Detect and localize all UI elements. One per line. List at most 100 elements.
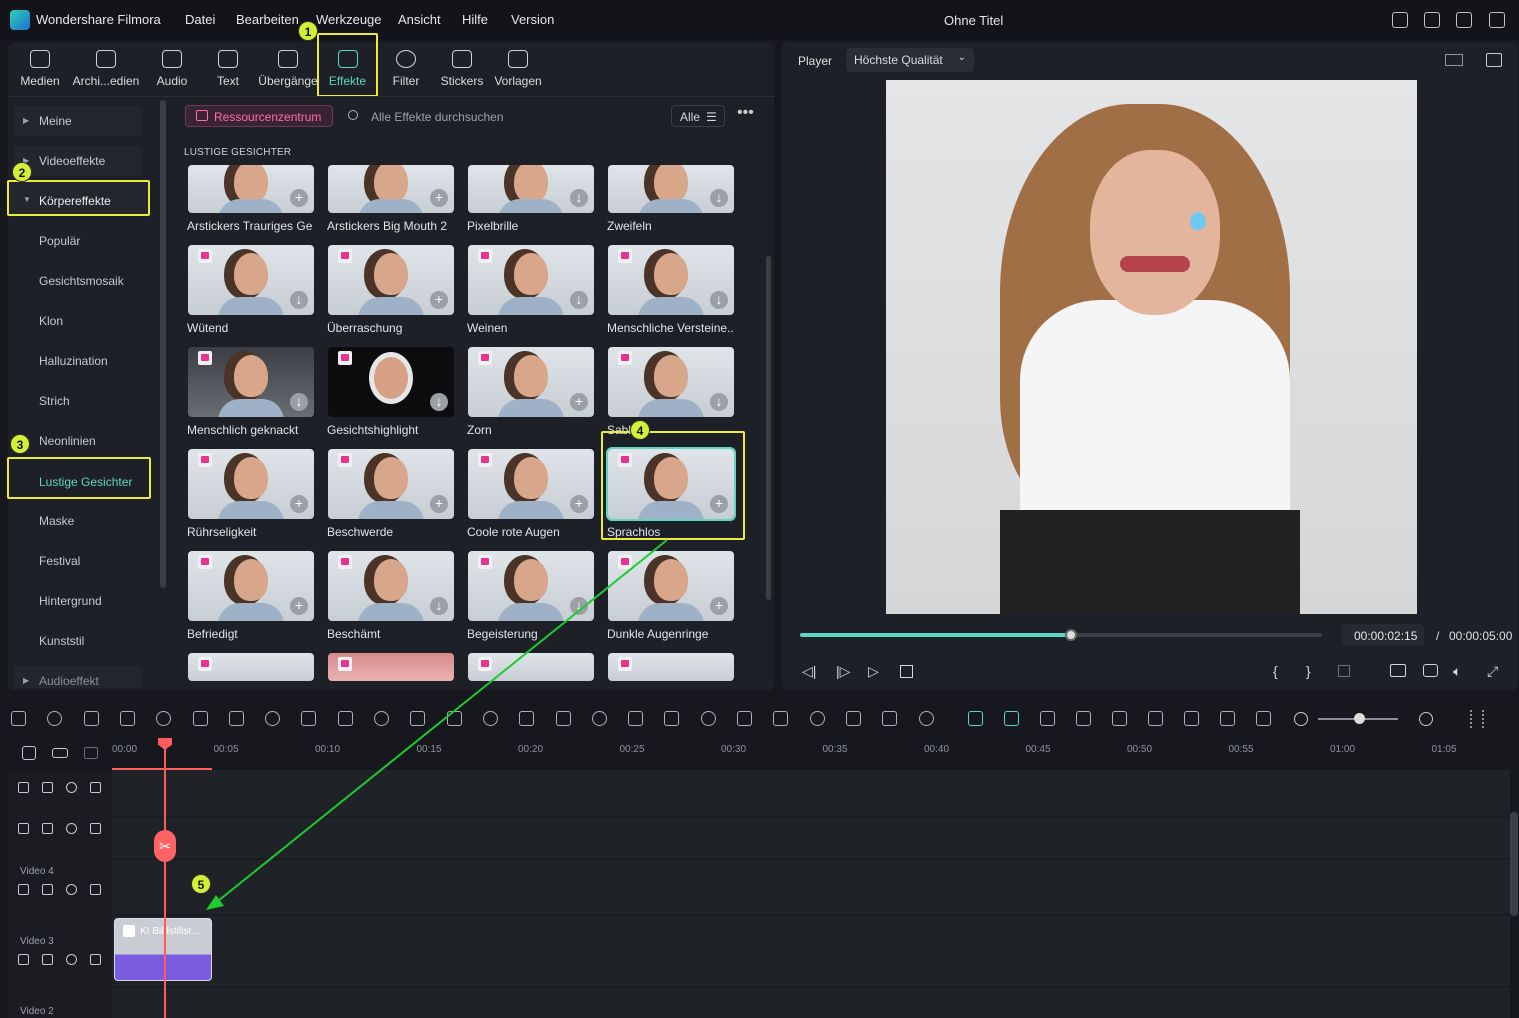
category-lustige-gesichter[interactable]: Lustige Gesichter <box>7 457 151 499</box>
effect-card-thumbnail[interactable]: ↓ <box>188 347 314 417</box>
render-icon[interactable] <box>1040 711 1055 726</box>
category-hintergrund[interactable]: Hintergrund <box>14 586 142 616</box>
keyframe-icon[interactable] <box>482 711 498 726</box>
eye-icon[interactable] <box>66 823 77 834</box>
download-icon[interactable]: ↓ <box>710 189 728 207</box>
send-icon[interactable] <box>1424 12 1440 28</box>
color-icon[interactable] <box>337 711 353 726</box>
category-gesichtsmosaik[interactable]: Gesichtsmosaik <box>14 266 142 296</box>
download-icon[interactable]: ↓ <box>710 393 728 411</box>
next-frame-icon[interactable]: |▷ <box>836 663 850 680</box>
ai-robot-icon[interactable] <box>968 711 983 726</box>
effect-card-thumbnail[interactable]: ↓ <box>468 165 594 213</box>
add-effect-icon[interactable]: + <box>710 597 728 615</box>
tab-medien[interactable]: Medien <box>18 50 62 88</box>
category-neonlinien[interactable]: Neonlinien <box>14 426 142 456</box>
effect-card-thumbnail[interactable]: ↓ <box>328 347 454 417</box>
tab-vorlagen[interactable]: Vorlagen <box>494 50 542 88</box>
mask-icon[interactable] <box>628 711 644 726</box>
tab-uebergaenge[interactable]: Übergänge <box>258 50 318 88</box>
playback-progress-knob[interactable] <box>1065 629 1077 641</box>
snapshot-icon[interactable] <box>1423 664 1438 677</box>
effect-card-thumbnail[interactable]: + <box>188 165 314 213</box>
tab-archiv[interactable]: Archi...edien <box>72 50 140 88</box>
effect-card-thumbnail[interactable]: + <box>188 551 314 621</box>
category-meine[interactable]: ▶ Meine <box>14 106 142 136</box>
resources-center-button[interactable]: Ressourcenzentrum <box>185 105 333 127</box>
effect-card-thumbnail[interactable] <box>468 653 594 681</box>
fit-icon[interactable] <box>1256 711 1271 726</box>
speed-icon[interactable] <box>301 711 317 726</box>
download-icon[interactable]: ↓ <box>570 291 588 309</box>
effect-card-thumbnail[interactable]: ↓ <box>468 245 594 315</box>
music-note-icon[interactable] <box>737 711 752 726</box>
prev-frame-icon[interactable]: ◁| <box>802 663 816 680</box>
play-icon[interactable]: ▷ <box>868 663 879 680</box>
audio-wave-icon[interactable] <box>555 711 571 726</box>
magic-wand-icon[interactable] <box>90 823 101 834</box>
window-layout-icon[interactable] <box>1489 12 1505 28</box>
eye-icon[interactable] <box>66 954 77 965</box>
menu-datei[interactable]: Datei <box>185 12 215 27</box>
menu-bearbeiten[interactable]: Bearbeiten <box>236 12 299 27</box>
lock-icon[interactable] <box>18 954 29 965</box>
eye-icon[interactable] <box>66 884 77 895</box>
magic-wand-icon[interactable] <box>90 884 101 895</box>
menu-ansicht[interactable]: Ansicht <box>398 12 441 27</box>
effect-card-thumbnail[interactable]: ↓ <box>468 551 594 621</box>
magic-wand-icon[interactable] <box>90 782 101 793</box>
shape-icon[interactable] <box>773 711 789 726</box>
ai-icon[interactable] <box>374 711 389 726</box>
effect-card-thumbnail[interactable] <box>188 653 314 681</box>
add-effect-icon[interactable]: + <box>430 189 448 207</box>
layout-options-icon[interactable] <box>1470 710 1484 728</box>
effect-card-thumbnail[interactable] <box>608 653 734 681</box>
timeline-scrollbar[interactable] <box>1510 812 1518 916</box>
voiceover-icon[interactable] <box>1184 711 1199 726</box>
eye-icon[interactable] <box>66 782 77 793</box>
add-track-icon[interactable] <box>84 747 98 759</box>
add-effect-icon[interactable]: + <box>290 189 308 207</box>
zoom-out-icon[interactable] <box>1294 712 1308 726</box>
gift-icon[interactable] <box>1392 12 1408 28</box>
motion-icon[interactable] <box>664 711 680 726</box>
category-klon[interactable]: Klon <box>14 306 142 336</box>
fullscreen-icon[interactable]: ⤢ <box>1487 663 1498 680</box>
effect-card-thumbnail[interactable]: + <box>468 449 594 519</box>
more-options-icon[interactable]: ••• <box>737 104 754 122</box>
save-cloud-icon[interactable] <box>1456 12 1472 28</box>
volume-icon[interactable] <box>42 782 53 793</box>
retouch-icon[interactable] <box>809 711 825 726</box>
download-icon[interactable]: ↓ <box>570 597 588 615</box>
lock-icon[interactable] <box>18 823 29 834</box>
download-icon[interactable]: ↓ <box>570 189 588 207</box>
lock-icon[interactable] <box>18 782 29 793</box>
image-icon[interactable] <box>1486 53 1502 67</box>
effects-scrollbar[interactable] <box>766 256 771 600</box>
volume-icon[interactable]: 🔈︎ <box>1453 663 1461 680</box>
effect-card-thumbnail[interactable]: ↓ <box>188 245 314 315</box>
add-effect-icon[interactable]: + <box>290 597 308 615</box>
effect-card-thumbnail[interactable]: + <box>328 245 454 315</box>
replace-icon[interactable] <box>1220 711 1235 726</box>
magic-wand-icon[interactable] <box>90 954 101 965</box>
download-icon[interactable]: ↓ <box>430 393 448 411</box>
snap-icon[interactable] <box>1004 711 1019 726</box>
category-maske[interactable]: Maske <box>14 506 142 536</box>
link-off-icon[interactable] <box>22 746 36 760</box>
adjust-icon[interactable] <box>519 711 535 726</box>
ai-portrait-icon[interactable] <box>845 711 861 726</box>
category-audioeffekt[interactable]: ▶ Audioeffekt <box>14 666 142 688</box>
category-scrollbar[interactable] <box>160 100 166 588</box>
category-populaer[interactable]: Populär <box>14 226 142 256</box>
scissors-icon[interactable]: ✂ <box>154 830 176 862</box>
more-tools-icon[interactable] <box>918 711 934 726</box>
quality-dropdown[interactable]: Höchste Qualität ⌄ <box>846 48 974 72</box>
grid-view-icon[interactable] <box>1445 54 1463 66</box>
category-koerpereffekte[interactable]: ▼ Körpereffekte <box>7 180 150 216</box>
effect-card-thumbnail[interactable]: + <box>328 165 454 213</box>
cut-icon[interactable] <box>192 711 208 726</box>
volume-icon[interactable] <box>42 954 53 965</box>
filter-dropdown[interactable]: Alle ☰ <box>671 105 725 127</box>
lock-icon[interactable] <box>18 884 29 895</box>
